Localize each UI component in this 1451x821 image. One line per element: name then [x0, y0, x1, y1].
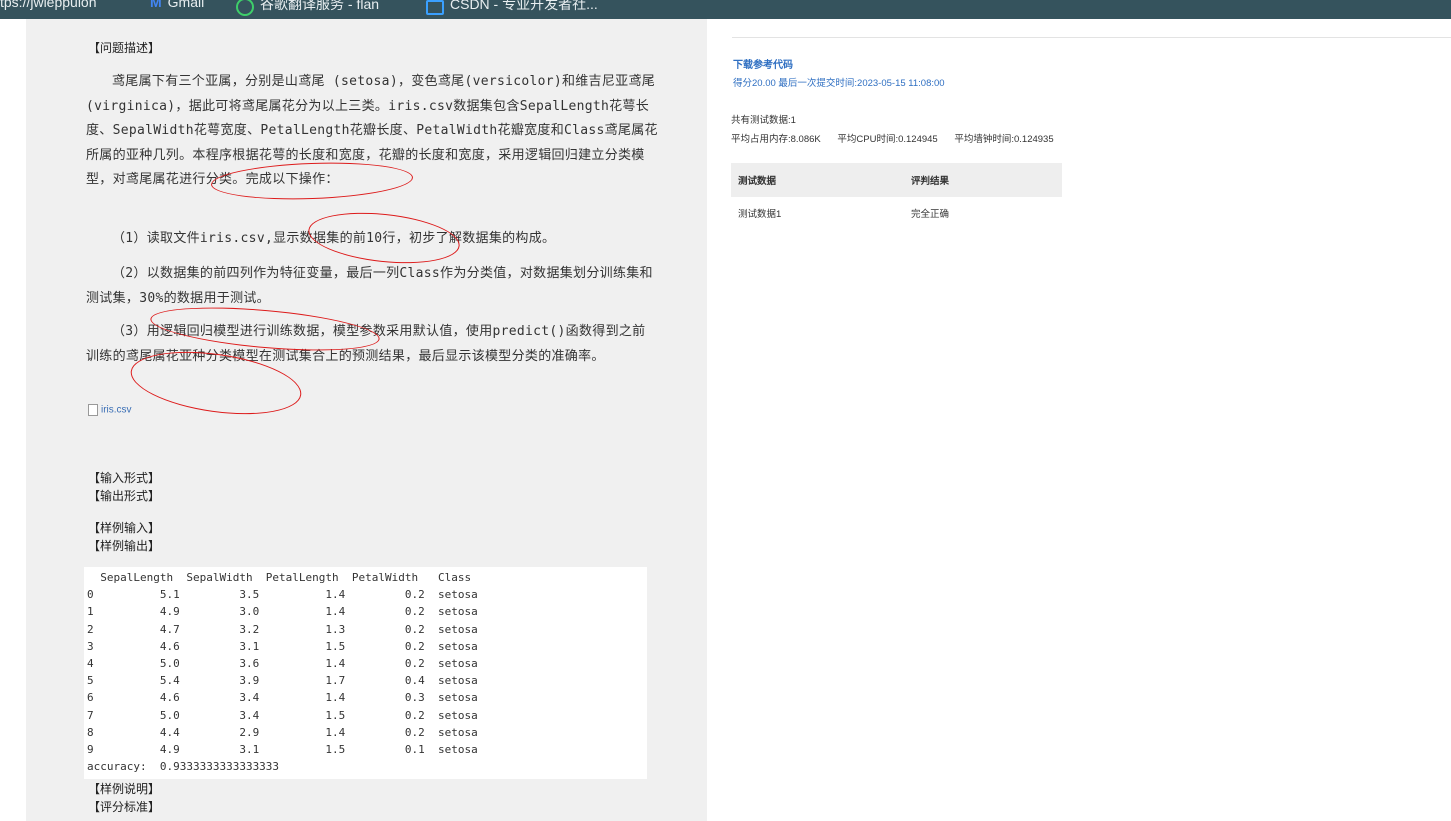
col-test-data: 测试数据: [731, 163, 904, 197]
bookmark-gmail[interactable]: M Gmail: [150, 0, 204, 10]
problem-paragraph-3: （2）以数据集的前四列作为特征变量，最后一列Class作为分类值，对数据集划分训…: [86, 262, 658, 311]
problem-desc-label: 【问题描述】: [88, 41, 161, 55]
iris-file-link[interactable]: iris.csv: [88, 404, 132, 416]
file-icon: [88, 404, 98, 416]
scoring-label: 【评分标准】: [88, 800, 161, 814]
bookmark-csdn-label: CSDN - 专业开发者社...: [450, 0, 598, 12]
bookmarks-bar: tps://jwieppulon M Gmail 谷歌翻译服务 - flan CS…: [0, 0, 1451, 19]
sample-output-label: 【样例输出】: [88, 539, 161, 553]
address-fragment[interactable]: tps://jwieppulon: [0, 0, 97, 10]
csdn-icon: [426, 0, 444, 15]
sample-output-box: SepalLength SepalWidth PetalLength Petal…: [84, 567, 647, 779]
run-stats: 平均占用内存:8.086K 平均CPU时间:0.124945 平均墙钟时间:0.…: [731, 131, 1068, 145]
iris-file-label: iris.csv: [101, 404, 132, 416]
test-case-result: 完全正确: [911, 209, 950, 220]
input-format-label: 【输入形式】: [88, 471, 161, 485]
sample-output-text: SepalLength SepalWidth PetalLength Petal…: [87, 571, 478, 774]
bookmark-translate-label: 谷歌翻译服务 - flan: [260, 0, 380, 12]
test-case-name: 测试数据1: [738, 209, 782, 220]
translate-icon: [236, 0, 254, 17]
test-count: 共有测试数据:1: [731, 115, 796, 126]
avg-cpu-time: 平均CPU时间:0.124945: [837, 134, 938, 145]
problem-paragraph-3-text: （2）以数据集的前四列作为特征变量，最后一列Class作为分类值，对数据集划分训…: [86, 266, 653, 306]
bookmark-translate[interactable]: 谷歌翻译服务 - flan: [236, 0, 380, 17]
sample-input-label: 【样例输入】: [88, 521, 161, 535]
avg-memory: 平均占用内存:8.086K: [731, 134, 821, 145]
output-format-label: 【输出形式】: [88, 489, 161, 503]
result-table-header: 测试数据 评判结果: [731, 163, 1062, 197]
result-table: 测试数据 评判结果 测试数据1 完全正确: [731, 163, 1062, 229]
sample-explain-label: 【样例说明】: [88, 782, 161, 796]
gmail-icon: M: [150, 0, 162, 10]
col-result: 评判结果: [904, 163, 1062, 197]
divider: [732, 37, 1451, 38]
table-row: 测试数据1 完全正确: [731, 197, 1062, 229]
avg-wall-time: 平均墙钟时间:0.124935: [954, 134, 1054, 145]
score-info: 得分20.00 最后一次提交时间:2023-05-15 11:08:00: [733, 78, 945, 89]
download-code-link[interactable]: 下载参考代码: [733, 56, 793, 71]
bookmark-csdn[interactable]: CSDN - 专业开发者社...: [426, 0, 598, 15]
bookmark-gmail-label: Gmail: [167, 0, 205, 10]
